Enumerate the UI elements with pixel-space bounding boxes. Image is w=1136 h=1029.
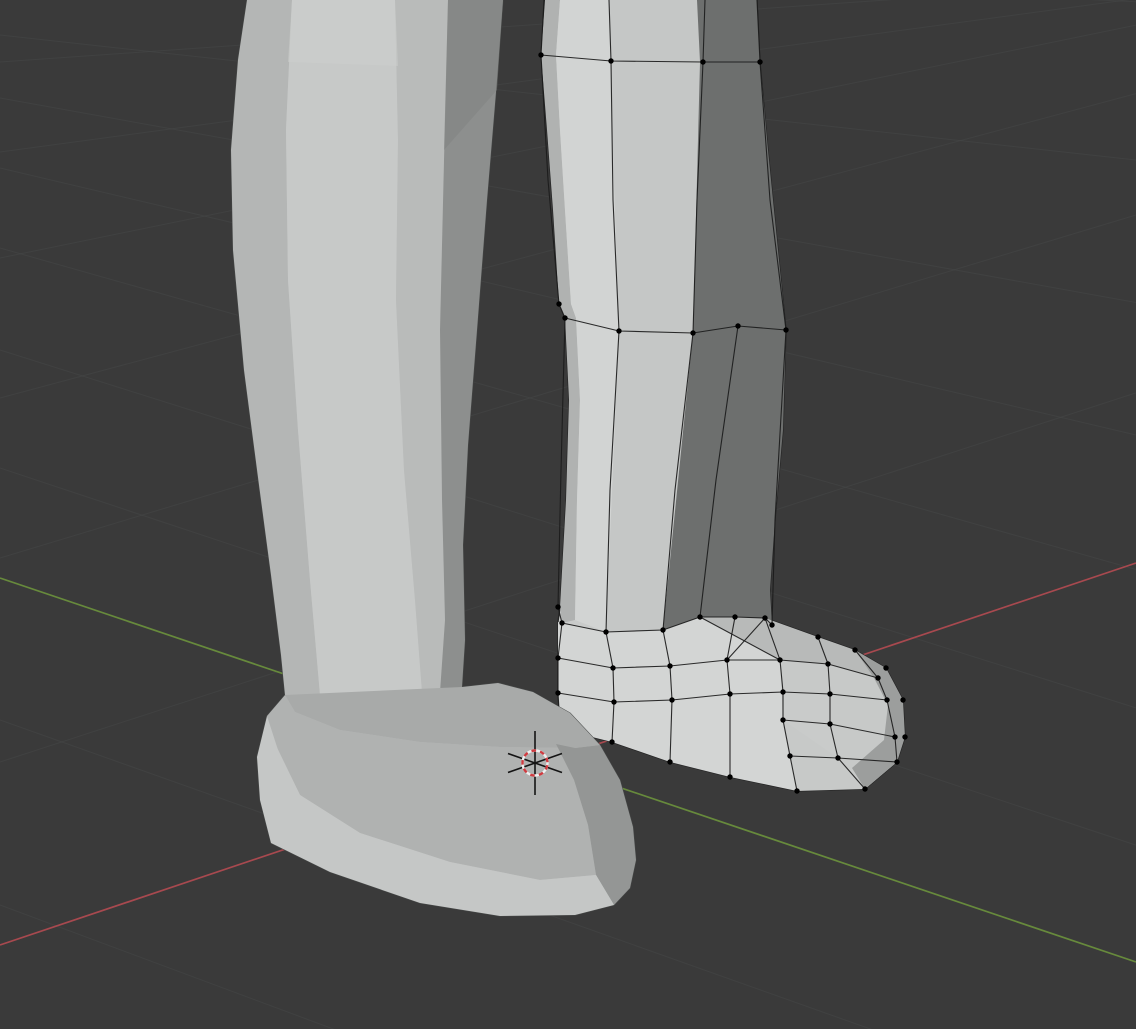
- mesh-vertex[interactable]: [894, 759, 899, 764]
- mesh-vertex[interactable]: [727, 774, 732, 779]
- mesh-vertex[interactable]: [555, 604, 560, 609]
- mesh-vertex[interactable]: [735, 323, 740, 328]
- mesh-vertex[interactable]: [762, 615, 767, 620]
- mesh-vertex[interactable]: [697, 614, 702, 619]
- mesh-vertex[interactable]: [902, 734, 907, 739]
- mesh-vertex[interactable]: [827, 691, 832, 696]
- mesh-vertex[interactable]: [825, 661, 830, 666]
- mesh-vertex[interactable]: [900, 697, 905, 702]
- mesh-vertex[interactable]: [611, 699, 616, 704]
- mesh-vertex[interactable]: [757, 59, 762, 64]
- mesh-vertex[interactable]: [787, 753, 792, 758]
- mesh-vertex[interactable]: [777, 657, 782, 662]
- mesh-vertex[interactable]: [667, 663, 672, 668]
- mesh-vertex[interactable]: [783, 327, 788, 332]
- mesh-vertex[interactable]: [616, 328, 621, 333]
- mesh-vertex[interactable]: [727, 691, 732, 696]
- mesh-vertex[interactable]: [700, 59, 705, 64]
- left-leg-knee-crease: [288, 0, 398, 66]
- mesh-vertex[interactable]: [827, 721, 832, 726]
- mesh-vertex[interactable]: [852, 647, 857, 652]
- mesh-vertex[interactable]: [769, 622, 774, 627]
- mesh-vertex[interactable]: [660, 627, 665, 632]
- mesh-vertex[interactable]: [835, 755, 840, 760]
- mesh-vertex[interactable]: [562, 315, 567, 320]
- mesh-vertex[interactable]: [603, 629, 608, 634]
- mesh-vertex[interactable]: [610, 665, 615, 670]
- mesh-vertex[interactable]: [883, 665, 888, 670]
- mesh-vertex[interactable]: [669, 697, 674, 702]
- mesh-vertex[interactable]: [884, 697, 889, 702]
- mesh-vertex[interactable]: [667, 759, 672, 764]
- mesh-vertex[interactable]: [875, 675, 880, 680]
- mesh-vertex[interactable]: [690, 330, 695, 335]
- mesh-vertex[interactable]: [538, 52, 543, 57]
- mesh-vertex[interactable]: [815, 634, 820, 639]
- mesh-vertex[interactable]: [780, 717, 785, 722]
- 3d-viewport[interactable]: [0, 0, 1136, 1029]
- mesh-vertex[interactable]: [732, 614, 737, 619]
- mesh-vertex[interactable]: [794, 788, 799, 793]
- mesh-vertex[interactable]: [608, 58, 613, 63]
- mesh-vertex[interactable]: [555, 690, 560, 695]
- mesh-vertex[interactable]: [724, 657, 729, 662]
- mesh-vertex[interactable]: [780, 689, 785, 694]
- mesh-vertex[interactable]: [559, 620, 564, 625]
- mesh-vertex[interactable]: [555, 655, 560, 660]
- viewport-canvas[interactable]: [0, 0, 1136, 1029]
- mesh-vertex[interactable]: [609, 739, 614, 744]
- mesh-vertex[interactable]: [862, 786, 867, 791]
- mesh-vertex[interactable]: [892, 734, 897, 739]
- mesh-vertex[interactable]: [556, 301, 561, 306]
